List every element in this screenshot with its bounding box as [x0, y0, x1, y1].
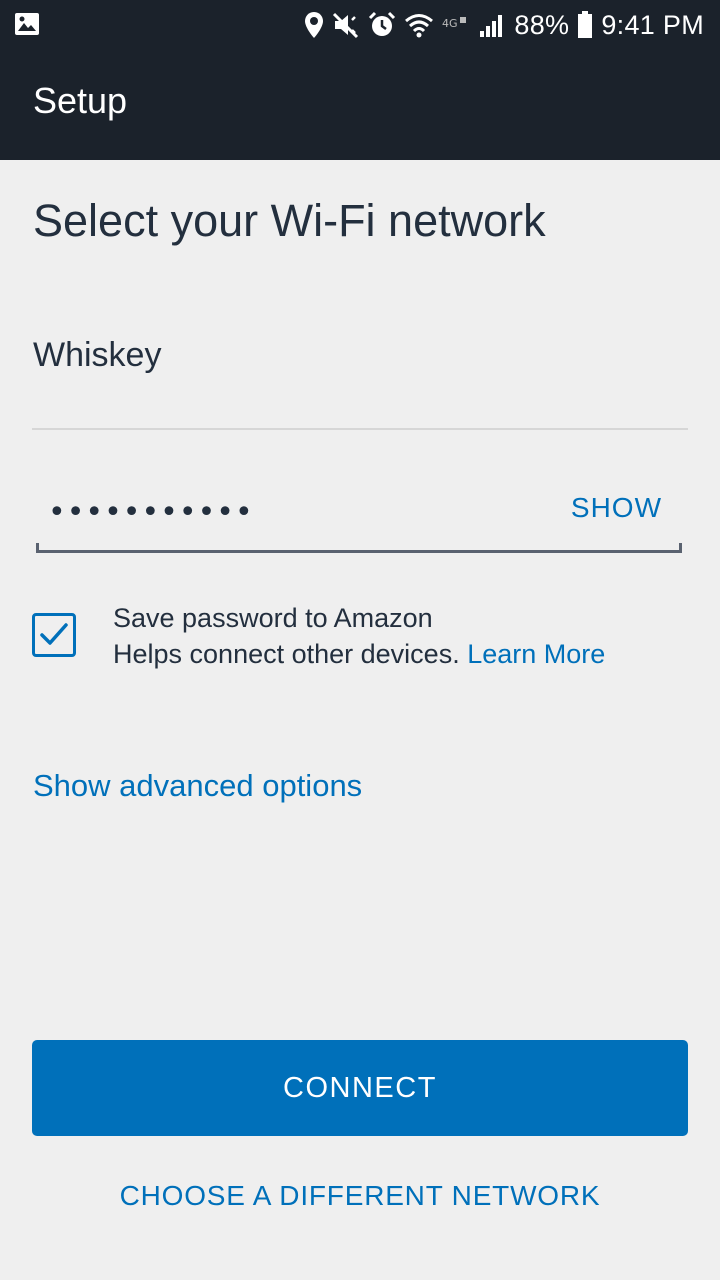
- password-field[interactable]: SHOW: [36, 478, 682, 553]
- location-icon: [305, 12, 324, 38]
- show-advanced-options-link[interactable]: Show advanced options: [33, 768, 362, 804]
- checkmark-icon: [40, 623, 68, 645]
- save-password-subtitle: Helps connect other devices.: [113, 639, 460, 669]
- page-title: Setup: [33, 80, 128, 121]
- signal-icon: [480, 15, 503, 37]
- network-name: Whiskey: [33, 336, 162, 374]
- wifi-icon: [405, 14, 434, 38]
- status-bar: 4G 88% 9:41 PM: [0, 0, 720, 50]
- svg-text:4G: 4G: [442, 17, 458, 30]
- mute-icon: [333, 12, 359, 39]
- image-icon: [15, 13, 39, 35]
- app-bar: Setup: [0, 50, 720, 160]
- show-password-button[interactable]: SHOW: [571, 492, 662, 524]
- battery-icon: [578, 11, 593, 38]
- password-input[interactable]: [46, 486, 550, 538]
- choose-different-network-button[interactable]: CHOOSE A DIFFERENT NETWORK: [0, 1180, 720, 1212]
- alarm-icon: [369, 11, 396, 36]
- learn-more-link[interactable]: Learn More: [467, 639, 605, 669]
- save-password-checkbox[interactable]: [32, 613, 76, 657]
- clock: 9:41 PM: [601, 9, 704, 40]
- battery-percent: 88%: [514, 9, 570, 40]
- connect-button[interactable]: CONNECT: [32, 1040, 688, 1136]
- section-heading: Select your Wi-Fi network: [33, 195, 546, 246]
- status-icons: 4G 88% 9:41 PM: [304, 0, 704, 50]
- save-password-description: Helps connect other devices. Learn More: [113, 639, 605, 670]
- 4g-icon: 4G: [442, 17, 467, 30]
- divider: [32, 428, 688, 430]
- save-password-label: Save password to Amazon: [113, 603, 433, 633]
